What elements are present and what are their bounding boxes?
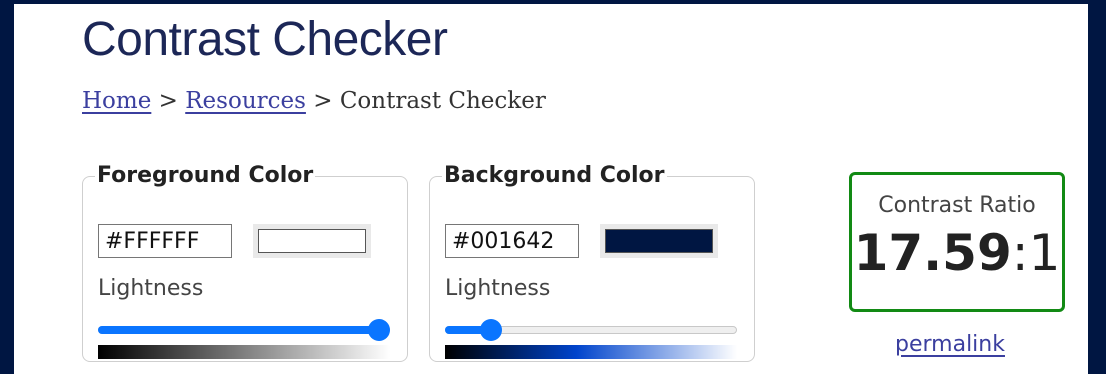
foreground-color-panel: Foreground Color Lightness xyxy=(82,162,408,362)
slider-fill xyxy=(98,326,379,334)
foreground-lightness-gradient xyxy=(98,345,390,359)
foreground-legend: Foreground Color xyxy=(97,163,314,188)
page-title: Contrast Checker xyxy=(82,13,448,66)
background-lightness-label: Lightness xyxy=(445,276,551,301)
contrast-ratio-suffix: :1 xyxy=(1011,224,1061,282)
breadcrumb-current: Contrast Checker xyxy=(339,88,546,114)
background-hex-input[interactable] xyxy=(445,224,579,258)
breadcrumb-separator: > xyxy=(313,88,333,114)
contrast-ratio-number: 17.59 xyxy=(853,224,1012,282)
foreground-swatch xyxy=(258,229,366,253)
breadcrumb-separator: > xyxy=(158,88,178,114)
background-lightness-slider[interactable] xyxy=(445,319,737,341)
page-content: Contrast Checker Home > Resources > Cont… xyxy=(14,4,1088,374)
background-legend: Background Color xyxy=(444,163,665,188)
foreground-hex-input[interactable] xyxy=(98,224,232,258)
contrast-ratio-label: Contrast Ratio xyxy=(878,193,1036,218)
background-color-picker[interactable] xyxy=(600,224,718,258)
permalink-link[interactable]: permalink xyxy=(895,332,1005,357)
slider-thumb[interactable] xyxy=(368,319,390,341)
foreground-lightness-label: Lightness xyxy=(98,276,204,301)
contrast-ratio-value: 17.59:1 xyxy=(852,224,1062,282)
foreground-lightness-slider[interactable] xyxy=(98,319,390,341)
background-lightness-gradient xyxy=(445,345,737,359)
breadcrumb: Home > Resources > Contrast Checker xyxy=(82,88,546,114)
foreground-color-picker[interactable] xyxy=(253,224,371,258)
breadcrumb-home-link[interactable]: Home xyxy=(82,88,151,114)
slider-thumb[interactable] xyxy=(480,319,503,341)
background-color-panel: Background Color Lightness xyxy=(429,162,755,362)
contrast-ratio-box: Contrast Ratio 17.59:1 xyxy=(849,172,1065,312)
breadcrumb-resources-link[interactable]: Resources xyxy=(185,88,306,114)
background-swatch xyxy=(605,229,713,253)
